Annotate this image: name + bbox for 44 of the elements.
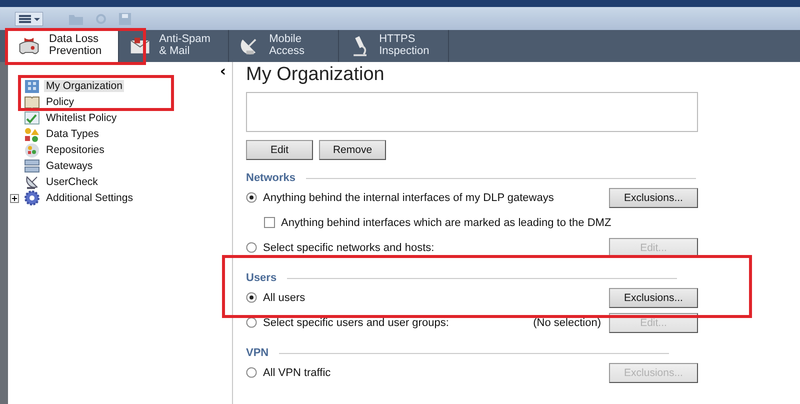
option-button[interactable]: Exclusions...	[609, 188, 698, 208]
book-icon	[24, 95, 40, 109]
option-label: Anything behind the internal interfaces of my DLP gateways	[263, 192, 554, 204]
option-label: All VPN traffic	[263, 366, 331, 378]
shapes-icon	[24, 126, 40, 142]
tab[interactable]: Mobile Access	[229, 30, 339, 62]
expand-icon[interactable]	[10, 194, 19, 202]
option-label: Select specific users and user groups:	[263, 316, 449, 328]
radio-button[interactable]	[246, 192, 257, 203]
tab[interactable]: Data Loss Prevention	[7, 30, 119, 62]
collapse-button[interactable]: ‹	[220, 64, 226, 79]
tree-item[interactable]: Data Types	[44, 128, 101, 140]
save-icon[interactable]	[119, 12, 131, 24]
checkbox[interactable]	[264, 217, 275, 228]
gear-icon	[24, 190, 40, 206]
action-button[interactable]: Remove	[319, 140, 386, 160]
tree-item[interactable]: Gateways	[44, 160, 95, 172]
radio-button[interactable]	[246, 242, 257, 253]
tree-item[interactable]: Whitelist Policy	[44, 112, 119, 124]
option-label: Select specific networks and hosts:	[263, 242, 434, 254]
radio-button[interactable]	[246, 292, 257, 303]
tab[interactable]: HTTPS Inspection	[339, 30, 449, 62]
tree-item[interactable]: Additional Settings	[44, 192, 135, 204]
selection-status: (No selection)	[533, 316, 601, 328]
page-title: My Organization	[246, 64, 386, 87]
satellite-dish-icon	[24, 174, 40, 190]
tree-item[interactable]: Repositories	[44, 144, 106, 156]
radio-button[interactable]	[246, 367, 257, 378]
option-button[interactable]: Exclusions...	[609, 288, 698, 308]
organization-text-area[interactable]	[246, 92, 698, 132]
tree-item[interactable]: Policy	[44, 96, 76, 108]
tree-item[interactable]: UserCheck	[44, 176, 100, 188]
option-label: Anything behind interfaces which are marked as leading to the DMZ	[281, 216, 612, 228]
action-button[interactable]: Edit	[246, 140, 313, 160]
section-heading: VPN	[246, 347, 269, 359]
server-icon	[24, 159, 40, 173]
section-heading: Networks	[246, 172, 296, 184]
option-label: All users	[263, 292, 306, 304]
tree-item[interactable]: My Organization	[44, 80, 124, 92]
section-heading: Users	[246, 272, 277, 284]
building-icon	[24, 78, 40, 94]
shapes-icon	[24, 142, 40, 158]
checklist-icon	[24, 111, 40, 125]
menu-icon[interactable]	[15, 12, 43, 26]
